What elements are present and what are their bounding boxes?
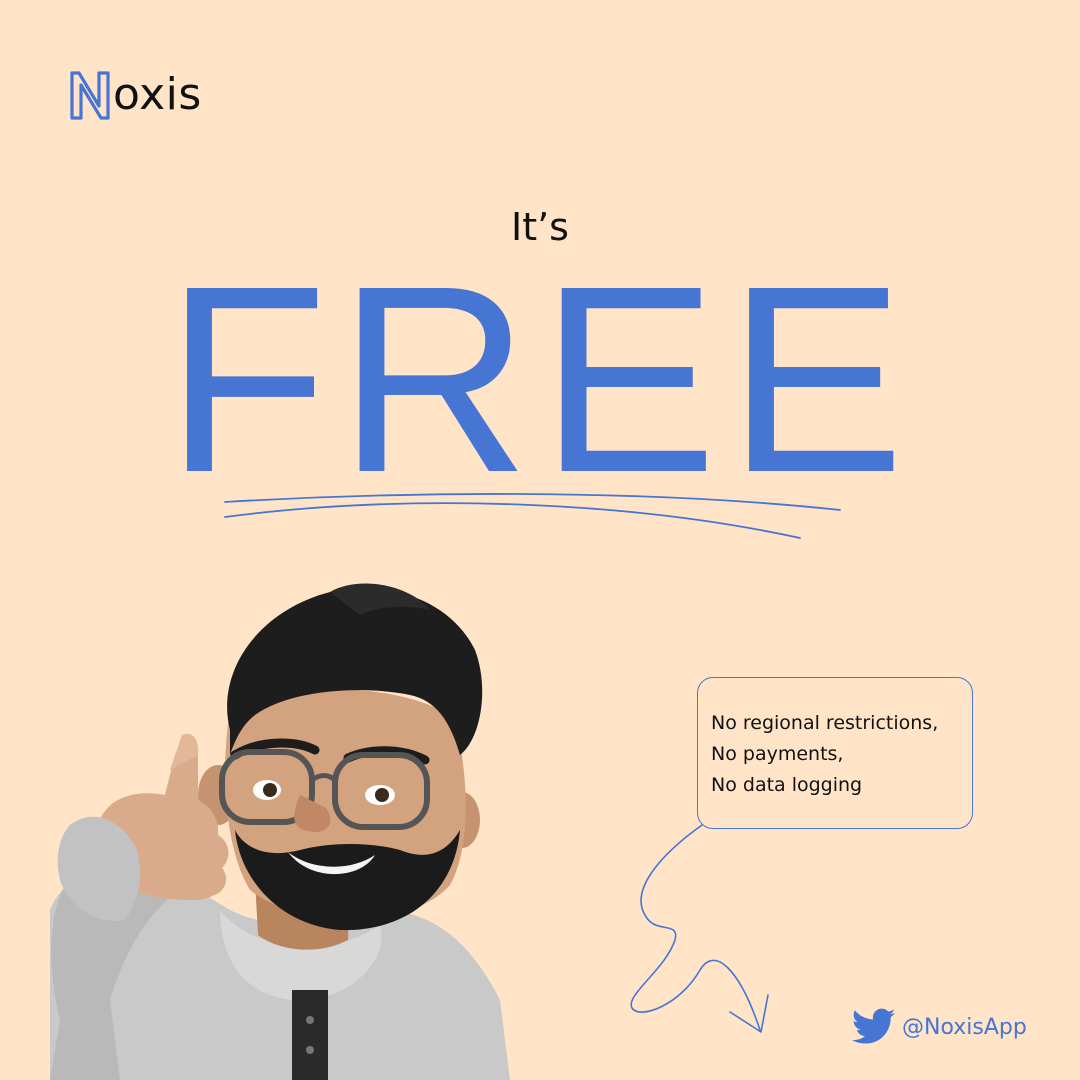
headline-free: FREE [165, 231, 915, 528]
bubble-line-regional: No regional restrictions, [711, 712, 939, 734]
brand-logo: oxis [68, 68, 202, 122]
twitter-icon [852, 1008, 896, 1044]
social-handle[interactable]: @NoxisApp [852, 1008, 1027, 1046]
avatar-illustration [50, 583, 510, 1080]
speech-bubble: No regional restrictions, No payments, N… [697, 677, 973, 829]
bubble-line-payments: No payments, [711, 743, 844, 765]
curly-arrow-icon [630, 824, 769, 1033]
bubble-line-logging: No data logging [711, 774, 863, 796]
brand-name: oxis [113, 69, 202, 120]
underline-decoration [224, 493, 841, 539]
logo-n-icon [70, 71, 110, 120]
twitter-handle[interactable]: @NoxisApp [902, 1015, 1027, 1040]
